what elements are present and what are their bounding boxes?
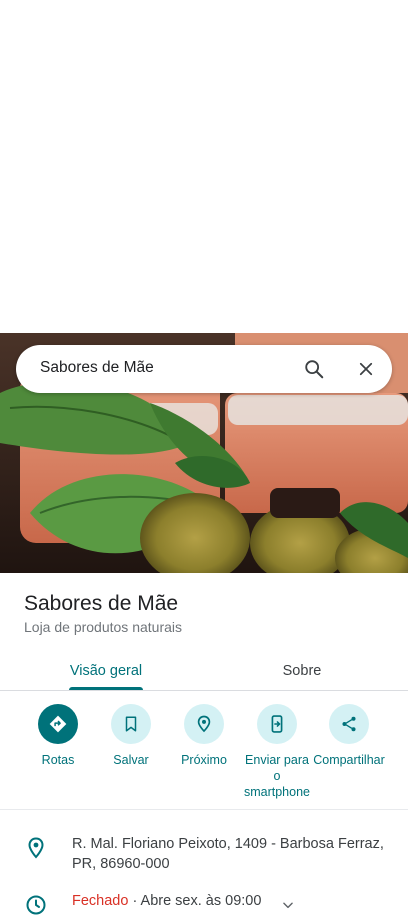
share-label: Compartilhar	[313, 753, 385, 767]
hours-text: Fechado · Abre sex. às 09:00	[72, 891, 302, 911]
nearby-label: Próximo	[181, 753, 227, 767]
search-button[interactable]	[300, 355, 328, 383]
hours-row[interactable]: Fechado · Abre sex. às 09:00	[0, 881, 408, 921]
tab-bar: Visão geral Sobre	[0, 653, 408, 691]
share-icon	[342, 716, 356, 732]
save-button[interactable]: Salvar	[92, 704, 170, 768]
search-icon	[305, 360, 324, 379]
nearby-button[interactable]: Próximo	[165, 704, 243, 768]
search-bar[interactable]: Sabores de Mãe	[16, 345, 392, 393]
tab-about[interactable]: Sobre	[246, 653, 358, 689]
address-row[interactable]: R. Mal. Floriano Peixoto, 1409 - Barbosa…	[0, 824, 408, 884]
send-to-phone-icon	[271, 715, 283, 733]
place-category: Loja de produtos naturais	[24, 619, 182, 635]
search-query[interactable]: Sabores de Mãe	[40, 359, 154, 377]
clock-icon	[26, 895, 46, 915]
tab-overview[interactable]: Visão geral	[50, 653, 162, 690]
place-title: Sabores de Mãe	[24, 592, 179, 615]
clear-search-button[interactable]	[352, 355, 380, 383]
close-icon	[359, 362, 373, 376]
place-panel: Sabores de Mãe Loja de produtos naturais…	[0, 573, 408, 915]
send-to-phone-label: Enviar para o smartphone	[243, 753, 310, 799]
nearby-icon	[197, 715, 211, 733]
address-text: R. Mal. Floriano Peixoto, 1409 - Barbosa…	[72, 836, 384, 872]
chevron-down-icon[interactable]	[281, 898, 295, 912]
action-row: Rotas Salvar Próximo Enviar para o smart…	[0, 704, 408, 810]
map-area[interactable]	[0, 0, 408, 333]
location-pin-icon	[28, 837, 44, 859]
send-to-phone-button[interactable]: Enviar para o smartphone	[238, 704, 316, 800]
directions-icon	[49, 715, 67, 733]
share-button[interactable]: Compartilhar	[310, 704, 388, 768]
bookmark-icon	[125, 716, 137, 732]
save-label: Salvar	[113, 753, 149, 767]
hours-detail: · Abre sex. às 09:00	[128, 893, 262, 909]
hours-status: Fechado	[72, 893, 129, 909]
directions-label: Rotas	[41, 753, 75, 767]
directions-button[interactable]: Rotas	[19, 704, 97, 768]
